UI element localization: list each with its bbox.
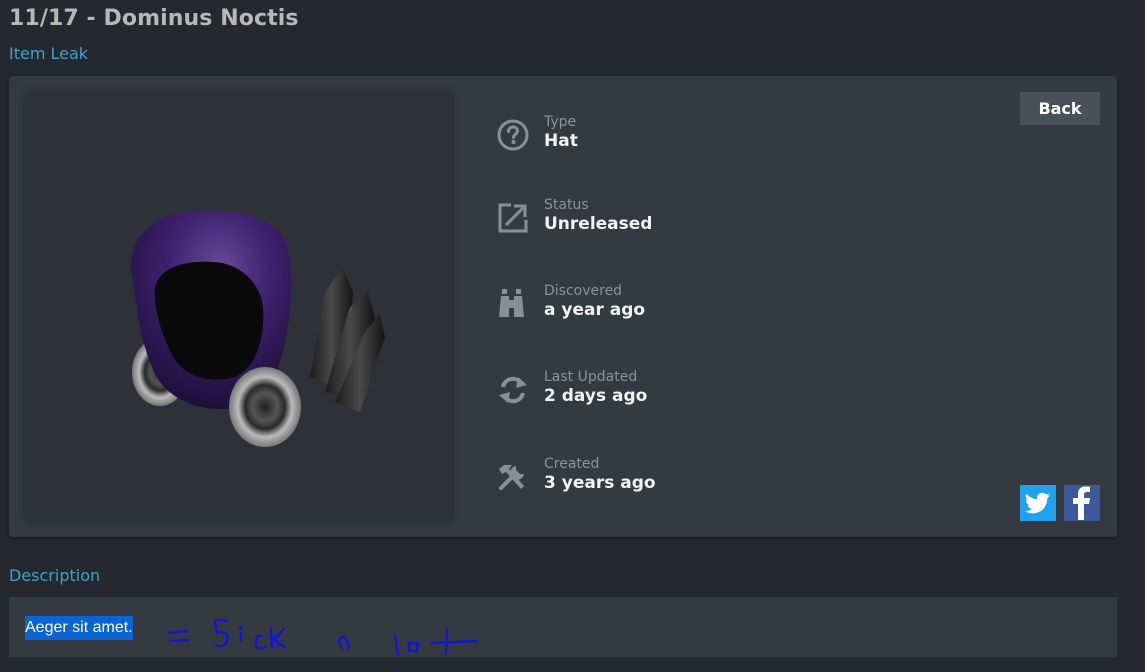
detail-value: 3 years ago <box>544 473 656 493</box>
page-subtitle[interactable]: Item Leak <box>9 44 88 63</box>
detail-value: Hat <box>544 131 578 151</box>
dominus-noctis-image <box>130 210 385 447</box>
handwritten-annotation <box>167 618 479 657</box>
description-text[interactable]: Aeger sit amet. <box>25 616 133 640</box>
sync-icon <box>496 373 530 407</box>
question-circle-icon <box>496 118 530 152</box>
detail-type: Type Hat <box>496 114 796 160</box>
detail-value: Unreleased <box>544 214 653 234</box>
item-thumbnail <box>25 92 453 521</box>
external-link-icon <box>496 201 530 235</box>
item-card: Type Hat Status Unreleased Discovered a … <box>9 76 1117 537</box>
detail-status: Status Unreleased <box>496 197 796 243</box>
detail-label: Created <box>544 456 600 472</box>
share-twitter-button[interactable] <box>1020 485 1056 521</box>
binoculars-icon <box>496 287 530 321</box>
tools-icon <box>496 460 530 494</box>
wheel <box>229 367 301 447</box>
detail-label: Status <box>544 197 589 213</box>
detail-last-updated: Last Updated 2 days ago <box>496 369 796 415</box>
detail-label: Type <box>544 114 577 130</box>
detail-value: 2 days ago <box>544 386 648 406</box>
facebook-icon <box>1073 486 1090 520</box>
detail-created: Created 3 years ago <box>496 456 796 502</box>
detail-label: Discovered <box>544 283 623 299</box>
share-facebook-button[interactable] <box>1064 485 1100 521</box>
detail-discovered: Discovered a year ago <box>496 283 796 329</box>
page-title: 11/17 - Dominus Noctis <box>9 6 299 31</box>
twitter-icon <box>1025 492 1050 514</box>
description-heading: Description <box>9 566 101 585</box>
detail-value: a year ago <box>544 300 646 320</box>
detail-label: Last Updated <box>544 369 638 385</box>
back-button[interactable]: Back <box>1020 92 1100 125</box>
description-box: Aeger sit amet. <box>9 597 1117 657</box>
